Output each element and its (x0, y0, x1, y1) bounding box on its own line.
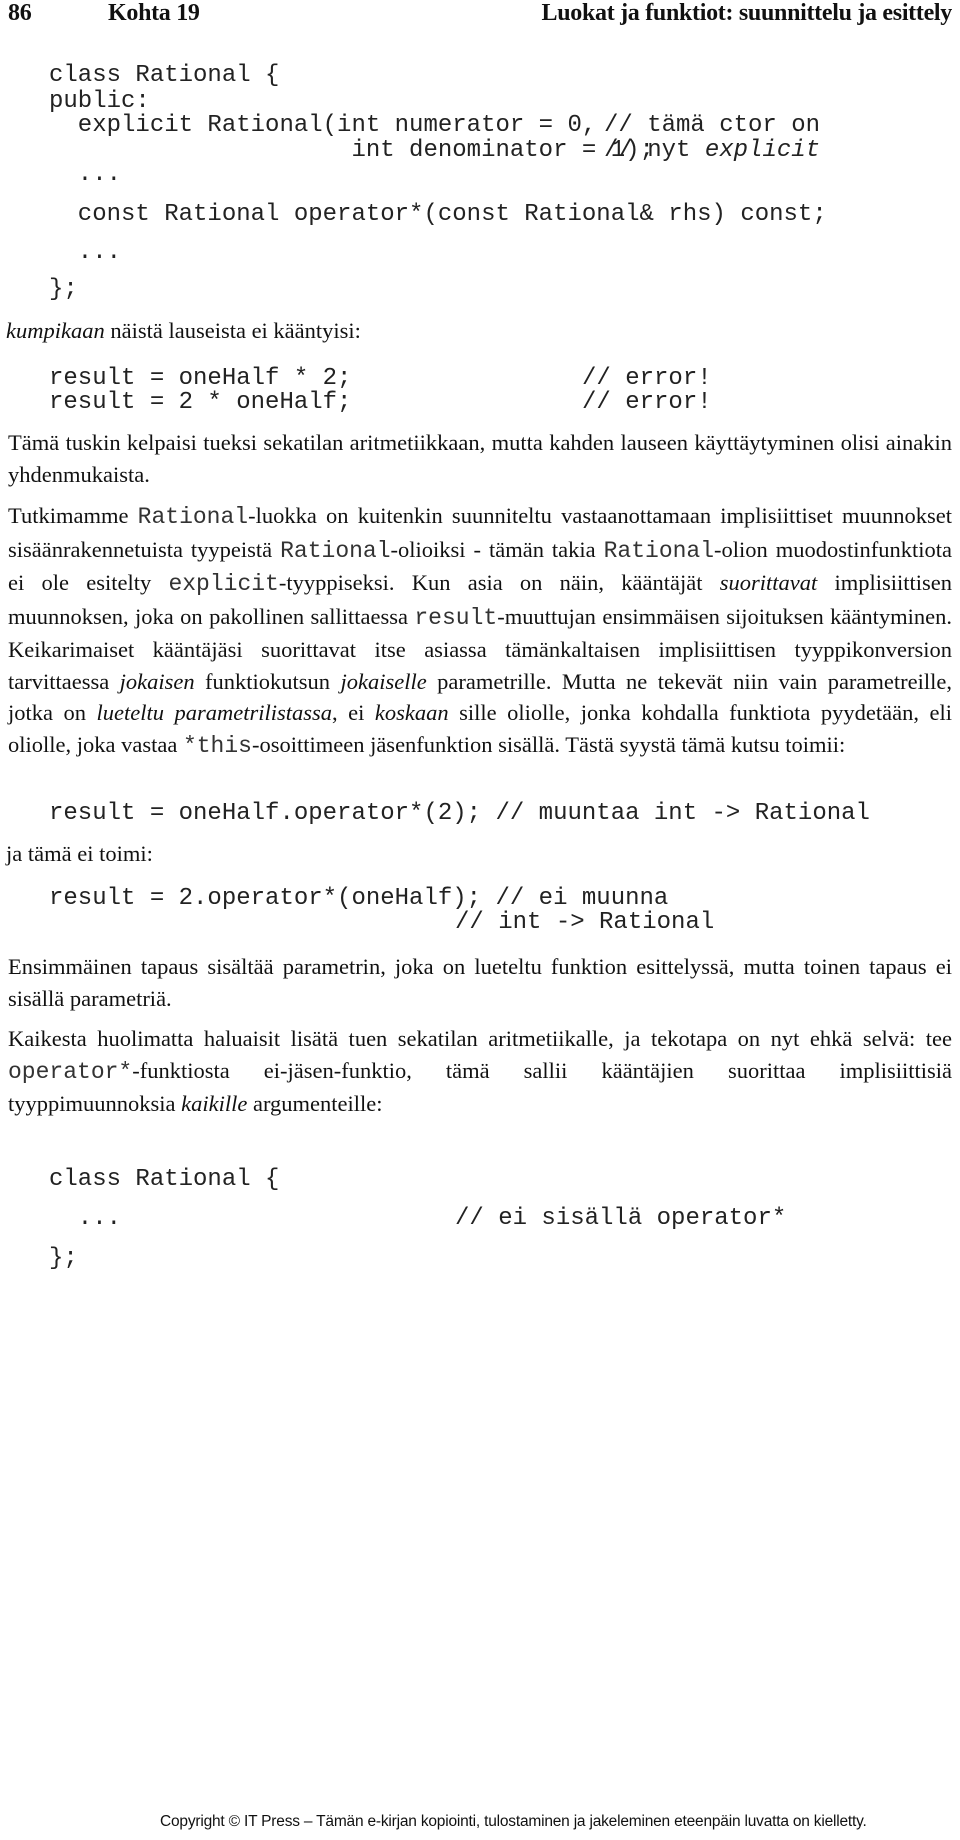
paragraph-implicit-conversion: Tutkimamme Rational-luokka on kuitenkin … (8, 500, 952, 762)
section-title: Luokat ja funktiot: suunnittelu ja esitt… (541, 0, 953, 26)
code-comment-italic: explicit (704, 137, 821, 164)
code-line: ... (49, 239, 122, 266)
text-run: Tutkimamme (8, 503, 138, 528)
code-line: ... (49, 161, 122, 188)
text-run: , ei (332, 700, 375, 725)
code-line: ... (49, 1205, 122, 1232)
inline-code: Rational (137, 504, 249, 530)
code-line: class Rational { (49, 62, 280, 89)
inline-code: operator* (8, 1058, 133, 1085)
emphasis: koskaan (374, 700, 449, 725)
text-run: -funktiosta ei-jäsen-funktio, tämä salli… (8, 1057, 952, 1117)
paragraph: Ensimmäinen tapaus sisältää parametrin, … (8, 954, 952, 1011)
code-line: }; (49, 276, 78, 303)
code-comment: // int -> Rational (455, 909, 715, 936)
emphasis: kaikille (181, 1091, 248, 1116)
emphasis: lueteltu parametrilistassa (96, 700, 333, 725)
emphasis: jokaiselle (340, 668, 427, 694)
paragraph: Tämä tuskin kelpaisi tueksi sekatilan ar… (8, 430, 952, 487)
code-comment-text: // nyt (604, 137, 705, 164)
inline-code: explicit (168, 571, 279, 597)
transition-sentence: ja tämä ei toimi: (6, 841, 153, 866)
chapter-label: Kohta 19 (108, 0, 200, 26)
copyright-footer: Copyright © IT Press – Tämän e-kirjan ko… (160, 1813, 867, 1830)
text-run: -tyyppiseksi. Kun asia on näin, kääntäjä… (278, 570, 720, 595)
code-comment: // error! (582, 389, 712, 416)
text-run: -olioiksi - tämän takia (390, 536, 604, 562)
text-run: funktiokutsun (194, 668, 341, 694)
text-run: argumenteille: (247, 1091, 383, 1116)
page-number: 86 (8, 0, 32, 26)
code-comment: // nyt explicit (604, 136, 820, 165)
intro-rest: näistä lauseista ei kääntyisi: (104, 318, 361, 343)
inline-code: Rational (603, 537, 715, 564)
code-line: int denominator = 1); (49, 137, 654, 164)
intro-italic: kumpikaan (6, 318, 105, 343)
inline-code: *this (182, 732, 252, 759)
intro-sentence: kumpikaan näistä lauseista ei kääntyisi: (6, 318, 361, 344)
text-run: Kaikesta huolimatta haluaisit lisätä tue… (8, 1026, 952, 1051)
inline-code: result (414, 604, 498, 631)
text-run: -osoittimeen jäsenfunktion sisällä. Täst… (251, 731, 846, 757)
inline-code: Rational (280, 537, 391, 564)
code-line: result = 2 * oneHalf; (49, 389, 352, 416)
emphasis: suorittavat (719, 570, 818, 595)
code-comment: // ei sisällä operator* (455, 1205, 787, 1232)
emphasis: jokaisen (119, 668, 195, 694)
code-line: class Rational { (49, 1166, 280, 1193)
code-line: }; (49, 1245, 78, 1272)
code-line: const Rational operator*(const Rational&… (49, 201, 827, 228)
paragraph-solution: Kaikesta huolimatta haluaisit lisätä tue… (8, 1023, 952, 1120)
code-line-works: result = oneHalf.operator*(2); // muunta… (49, 800, 870, 827)
